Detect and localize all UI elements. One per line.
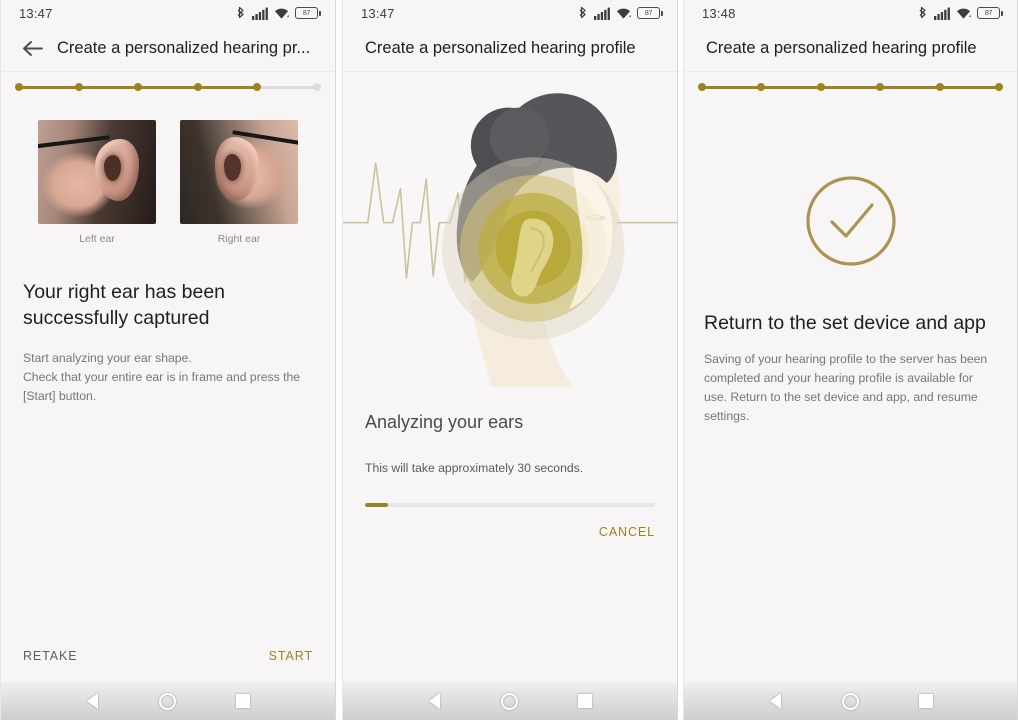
glasses-arm-decoration [232,130,298,146]
android-nav-bar [1,682,335,720]
body-text: Saving of your hearing profile to the se… [704,352,988,423]
status-time: 13:47 [19,5,53,21]
bluetooth-icon [579,6,586,19]
battery-cap [661,10,663,16]
status-time: 13:47 [361,5,395,21]
battery-icon: 87 [295,7,321,19]
wifi-icon [617,8,631,19]
battery-cap [1001,10,1003,16]
wifi-icon [275,8,289,19]
stepper-dot[interactable] [134,83,143,91]
battery-level-label: 87 [977,7,1000,19]
back-nav-icon[interactable] [761,686,791,716]
battery-icon: 87 [977,7,1003,19]
recents-nav-icon[interactable] [911,686,941,716]
stepper-dot[interactable] [816,83,825,91]
stepper-dot[interactable] [193,83,202,91]
status-bar: 13:47 87 [343,0,677,26]
text-block: Return to the set device and app Saving … [684,268,1017,426]
screen-content: Left ear Right ear Your right ear has be… [1,102,335,682]
screenshot-triptych: 13:47 87 Create a personalized hearing p… [0,0,1018,720]
page-title: Create a personalized hearing pr... [57,39,311,57]
headline: Your right ear has been successfully cap… [23,281,226,329]
stepper-dot[interactable] [935,83,944,91]
left-ear-thumbnail[interactable] [38,120,156,224]
home-nav-icon[interactable] [836,686,866,716]
status-icon-group: 87 [917,6,1003,20]
head-profile-soundwave-illustration [343,72,677,390]
status-bar: 13:47 87 [1,0,335,26]
stepper-dot[interactable] [312,83,321,91]
retake-button[interactable]: RETAKE [23,649,78,663]
screen-complete: 13:48 87 Create a personalized hearing p… [683,0,1018,720]
right-ear-label: Right ear [217,233,261,245]
battery-cap [319,10,321,16]
home-nav-icon[interactable] [495,686,525,716]
back-nav-icon[interactable] [78,686,108,716]
action-bar: RETAKE START [1,630,335,682]
battery-icon: 87 [637,7,663,19]
start-button[interactable]: START [269,649,313,663]
body-text: This will take approximately 30 seconds. [365,461,584,475]
screen-content: Analyzing your ears This will take appro… [343,72,677,682]
progress-stepper [1,72,335,102]
app-bar: Create a personalized hearing profile [684,26,1017,72]
check-circle-icon [805,176,896,266]
battery-level-label: 87 [637,7,660,19]
android-nav-bar [684,682,1017,720]
wifi-icon [957,8,971,19]
left-ear-card[interactable]: Left ear [38,120,156,245]
screen-content: Return to the set device and app Saving … [684,102,1017,682]
stepper-dot[interactable] [876,83,885,91]
app-bar: Create a personalized hearing profile [343,26,677,72]
home-nav-icon[interactable] [153,686,183,716]
progress-stepper [684,72,1017,102]
stepper-dot[interactable] [994,83,1003,91]
headline: Return to the set device and app [704,312,986,334]
screen-capture-confirm: 13:47 87 Create a personalized hearing p… [0,0,336,720]
status-time: 13:48 [702,5,736,21]
action-bar: CANCEL [343,507,677,539]
status-icon-group: 87 [577,6,663,20]
app-bar: Create a personalized hearing pr... [1,26,335,72]
bluetooth-icon [919,6,926,19]
bluetooth-icon [237,6,244,19]
text-block: Analyzing your ears This will take appro… [343,390,677,507]
cellular-signal-icon [934,7,950,20]
stepper-dot[interactable] [698,83,706,91]
headline: Analyzing your ears [365,412,524,432]
left-ear-label: Left ear [79,233,115,245]
cancel-button[interactable]: CANCEL [599,525,655,539]
ear-thumbnail-row: Left ear Right ear [1,102,335,245]
text-block: Your right ear has been successfully cap… [1,245,335,406]
stepper-dot[interactable] [253,83,262,91]
back-arrow-icon[interactable] [19,36,45,62]
cellular-signal-icon [252,7,268,20]
right-ear-thumbnail[interactable] [180,120,298,224]
success-indicator [684,102,1017,268]
battery-level-label: 87 [295,7,318,19]
screen-analyzing: 13:47 87 Create a personalized hearing p… [342,0,678,720]
page-title: Create a personalized hearing profile [365,39,636,57]
status-bar: 13:48 87 [684,0,1017,26]
page-title: Create a personalized hearing profile [706,39,977,57]
stepper-dot[interactable] [757,83,766,91]
android-nav-bar [343,682,677,720]
right-ear-card[interactable]: Right ear [180,120,298,245]
stepper-dot[interactable] [74,83,83,91]
cellular-signal-icon [594,7,610,20]
glasses-arm-decoration [38,135,110,149]
recents-nav-icon[interactable] [228,686,258,716]
back-nav-icon[interactable] [420,686,450,716]
status-icon-group: 87 [235,6,321,20]
stepper-dot[interactable] [15,83,23,91]
recents-nav-icon[interactable] [570,686,600,716]
body-text: Start analyzing your ear shape. Check th… [23,351,301,403]
